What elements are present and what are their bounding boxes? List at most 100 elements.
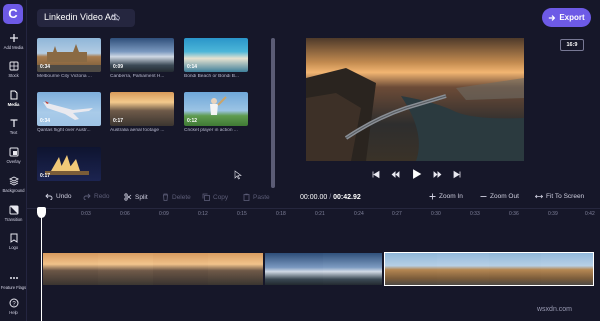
skip-back-icon[interactable] xyxy=(372,170,380,179)
export-button[interactable]: Export xyxy=(542,8,591,27)
delete-button[interactable]: Delete xyxy=(162,193,191,201)
media-duration: 0:17 xyxy=(40,173,51,179)
sidebar-item-label: Overlay xyxy=(6,159,21,164)
ruler-tick-label: 0:39 xyxy=(548,211,558,217)
media-thumbnail[interactable]: 0:12 xyxy=(184,92,248,126)
watermark: wsxdn.com xyxy=(537,306,573,313)
timeline-clip[interactable] xyxy=(43,253,263,285)
playhead-handle[interactable] xyxy=(37,207,46,218)
media-caption: Canberra, Parliament H... xyxy=(110,74,165,79)
media-thumbnail[interactable]: 0:17 xyxy=(37,147,101,181)
export-label: Export xyxy=(559,13,585,22)
media-thumbnail[interactable]: 0:34 xyxy=(37,92,101,126)
media-thumbnail[interactable]: 0:14 xyxy=(184,38,248,72)
clip-frame xyxy=(265,253,323,285)
overlay-icon xyxy=(9,147,18,157)
clip-frame xyxy=(385,253,437,285)
sidebar-item-label: Feature Flags xyxy=(0,285,27,290)
transition-icon xyxy=(9,205,18,215)
dots-icon xyxy=(9,277,18,279)
split-label: Split xyxy=(135,193,148,201)
media-caption: Cricket player in action ... xyxy=(184,128,238,133)
app-logo[interactable]: C xyxy=(3,4,23,24)
redo-label: Redo xyxy=(94,193,110,200)
ruler-tick-label: 0:09 xyxy=(159,211,169,217)
file-icon xyxy=(10,90,17,100)
aspect-ratio-button[interactable]: 16:9 xyxy=(560,39,584,51)
sidebar-item-label: Transition xyxy=(4,217,23,222)
scissors-icon xyxy=(124,193,132,201)
playhead-line[interactable] xyxy=(41,210,42,321)
timeline-clip-selected[interactable] xyxy=(384,252,594,286)
ruler-tick-label: 0:18 xyxy=(276,211,286,217)
sidebar-item-text[interactable]: Text xyxy=(0,118,27,146)
trash-icon xyxy=(163,193,168,201)
split-button[interactable]: Split xyxy=(124,193,148,201)
sidebar-item-feature-flags[interactable]: Feature Flags xyxy=(0,273,27,301)
grid-icon xyxy=(9,61,18,71)
video-editor-app: C Add Media Stock Media Text Overlay Bac… xyxy=(0,0,600,321)
minus-icon xyxy=(480,196,487,197)
copy-button[interactable]: Copy xyxy=(202,193,228,201)
preview-frame xyxy=(306,68,524,161)
fit-to-screen-button[interactable]: Fit To Screen xyxy=(535,193,584,200)
clip-frame xyxy=(489,253,541,285)
sidebar-item-background[interactable]: Background xyxy=(0,176,27,204)
media-thumbnail[interactable]: 0:17 xyxy=(110,92,174,126)
copy-label: Copy xyxy=(213,193,229,201)
sidebar-item-stock[interactable]: Stock xyxy=(0,61,27,89)
redo-icon xyxy=(83,193,91,200)
total-time: 00:42.92 xyxy=(333,194,361,201)
ruler-tick-label: 0:12 xyxy=(198,211,208,217)
media-duration: 0:34 xyxy=(40,64,51,70)
left-sidebar: C Add Media Stock Media Text Overlay Bac… xyxy=(0,0,27,321)
media-thumbnail[interactable]: 0:09 xyxy=(110,38,174,72)
sidebar-item-media[interactable]: Media xyxy=(0,90,27,118)
media-duration: 0:09 xyxy=(113,64,124,70)
sidebar-item-help[interactable]: ? Help xyxy=(0,298,27,321)
clip-frame xyxy=(43,253,98,285)
video-preview[interactable] xyxy=(306,38,524,161)
clip-frame xyxy=(541,253,593,285)
sidebar-item-logo[interactable]: Logo xyxy=(0,233,27,261)
copy-icon xyxy=(202,193,210,201)
media-thumbnail[interactable]: 0:34 xyxy=(37,38,101,72)
zoom-in-button[interactable]: Zoom In xyxy=(429,193,463,200)
timecode-separator: / xyxy=(329,194,332,201)
undo-button[interactable]: Undo xyxy=(45,193,72,200)
sidebar-item-transition[interactable]: Transition xyxy=(0,205,27,233)
mouse-cursor-icon xyxy=(234,170,242,180)
skip-forward-icon[interactable] xyxy=(453,170,461,179)
sidebar-item-add-media[interactable]: Add Media xyxy=(0,33,27,61)
zoom-out-button[interactable]: Zoom Out xyxy=(480,193,519,200)
sidebar-item-label: Background xyxy=(2,188,25,193)
timeline-clip[interactable] xyxy=(265,253,382,285)
fast-forward-icon[interactable] xyxy=(433,170,442,179)
rewind-icon[interactable] xyxy=(391,170,400,179)
delete-label: Delete xyxy=(172,193,191,201)
undo-label: Undo xyxy=(56,193,72,200)
plus-icon xyxy=(9,34,18,42)
ruler-tick-label: 0:15 xyxy=(237,211,247,217)
project-title[interactable]: Linkedin Video Ad xyxy=(44,12,116,22)
paste-label: Paste xyxy=(253,193,270,201)
logo-icon xyxy=(10,233,17,243)
media-scrollbar-thumb[interactable] xyxy=(271,38,275,188)
media-duration: 0:17 xyxy=(113,118,124,124)
timeline-ruler[interactable]: 0:03 0:06 0:09 0:12 0:15 0:18 0:21 0:24 … xyxy=(27,208,600,220)
sidebar-item-label: Stock xyxy=(8,73,19,78)
ruler-tick-label: 0:36 xyxy=(509,211,519,217)
play-icon[interactable] xyxy=(411,168,422,180)
zoom-in-label: Zoom In xyxy=(439,193,463,200)
current-time: 00:00.00 xyxy=(300,194,328,201)
redo-button[interactable]: Redo xyxy=(83,193,110,200)
sidebar-item-overlay[interactable]: Overlay xyxy=(0,147,27,175)
undo-icon xyxy=(45,193,53,200)
paste-button[interactable]: Paste xyxy=(243,193,270,201)
clip-frame xyxy=(323,253,382,285)
ruler-tick-label: 0:06 xyxy=(120,211,130,217)
help-icon: ? xyxy=(9,298,18,308)
media-duration: 0:34 xyxy=(40,118,51,124)
sidebar-item-label: Media xyxy=(7,102,20,107)
media-caption: Australia aerial footage ... xyxy=(110,128,165,133)
